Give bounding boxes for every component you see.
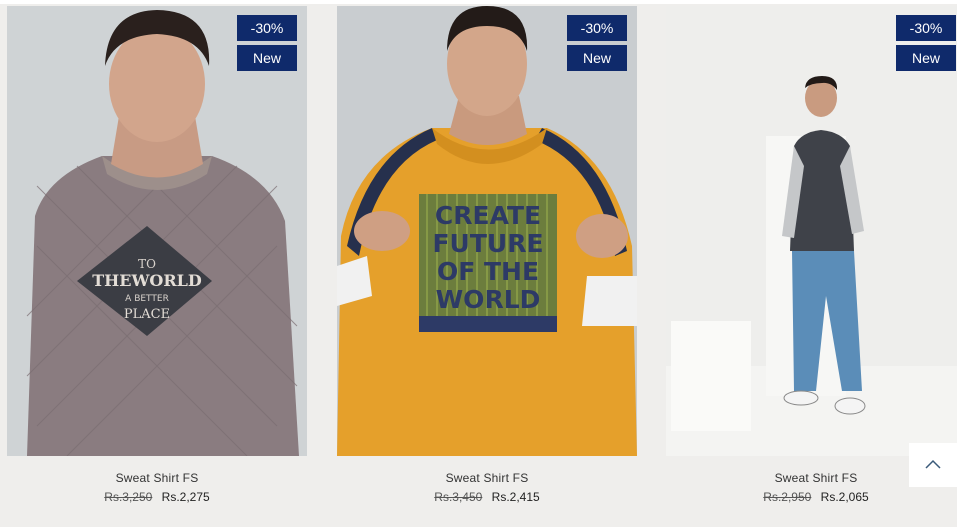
product-image[interactable]	[666, 6, 957, 456]
product-price: Rs.2,950 Rs.2,065	[666, 490, 957, 504]
svg-text:FUTURE: FUTURE	[432, 229, 543, 258]
chevron-up-icon	[925, 459, 941, 469]
print-text: TO	[138, 257, 156, 271]
product-price: Rs.3,250 Rs.2,275	[7, 490, 307, 504]
svg-text:WORLD: WORLD	[436, 285, 541, 314]
discount-badge: -30%	[567, 15, 627, 41]
product-name[interactable]: Sweat Shirt FS	[7, 471, 307, 485]
scroll-to-top-button[interactable]	[909, 443, 957, 487]
top-strip	[0, 0, 957, 4]
svg-text:OF THE: OF THE	[437, 257, 539, 286]
original-price: Rs.3,450	[434, 490, 483, 504]
product-card[interactable]: CREATE FUTURE OF THE WORLD -30% New Swea…	[337, 6, 637, 521]
svg-text:A BETTER: A BETTER	[125, 294, 169, 304]
new-badge: New	[896, 45, 956, 71]
svg-text:PLACE: PLACE	[124, 307, 170, 322]
new-badge: New	[567, 45, 627, 71]
svg-text:THEWORLD: THEWORLD	[92, 271, 202, 290]
product-card[interactable]: TO THEWORLD A BETTER PLACE -30% New Swea…	[7, 6, 307, 521]
svg-text:CREATE: CREATE	[435, 201, 541, 230]
sale-price: Rs.2,065	[820, 490, 869, 504]
discount-badge: -30%	[896, 15, 956, 41]
product-name[interactable]: Sweat Shirt FS	[337, 471, 637, 485]
original-price: Rs.3,250	[104, 490, 153, 504]
product-grid: TO THEWORLD A BETTER PLACE -30% New Swea…	[0, 0, 957, 527]
product-image[interactable]: CREATE FUTURE OF THE WORLD	[337, 6, 637, 456]
sale-price: Rs.2,275	[161, 490, 210, 504]
original-price: Rs.2,950	[763, 490, 812, 504]
discount-badge: -30%	[237, 15, 297, 41]
product-image[interactable]: TO THEWORLD A BETTER PLACE	[7, 6, 307, 456]
new-badge: New	[237, 45, 297, 71]
sale-price: Rs.2,415	[491, 490, 540, 504]
product-price: Rs.3,450 Rs.2,415	[337, 490, 637, 504]
